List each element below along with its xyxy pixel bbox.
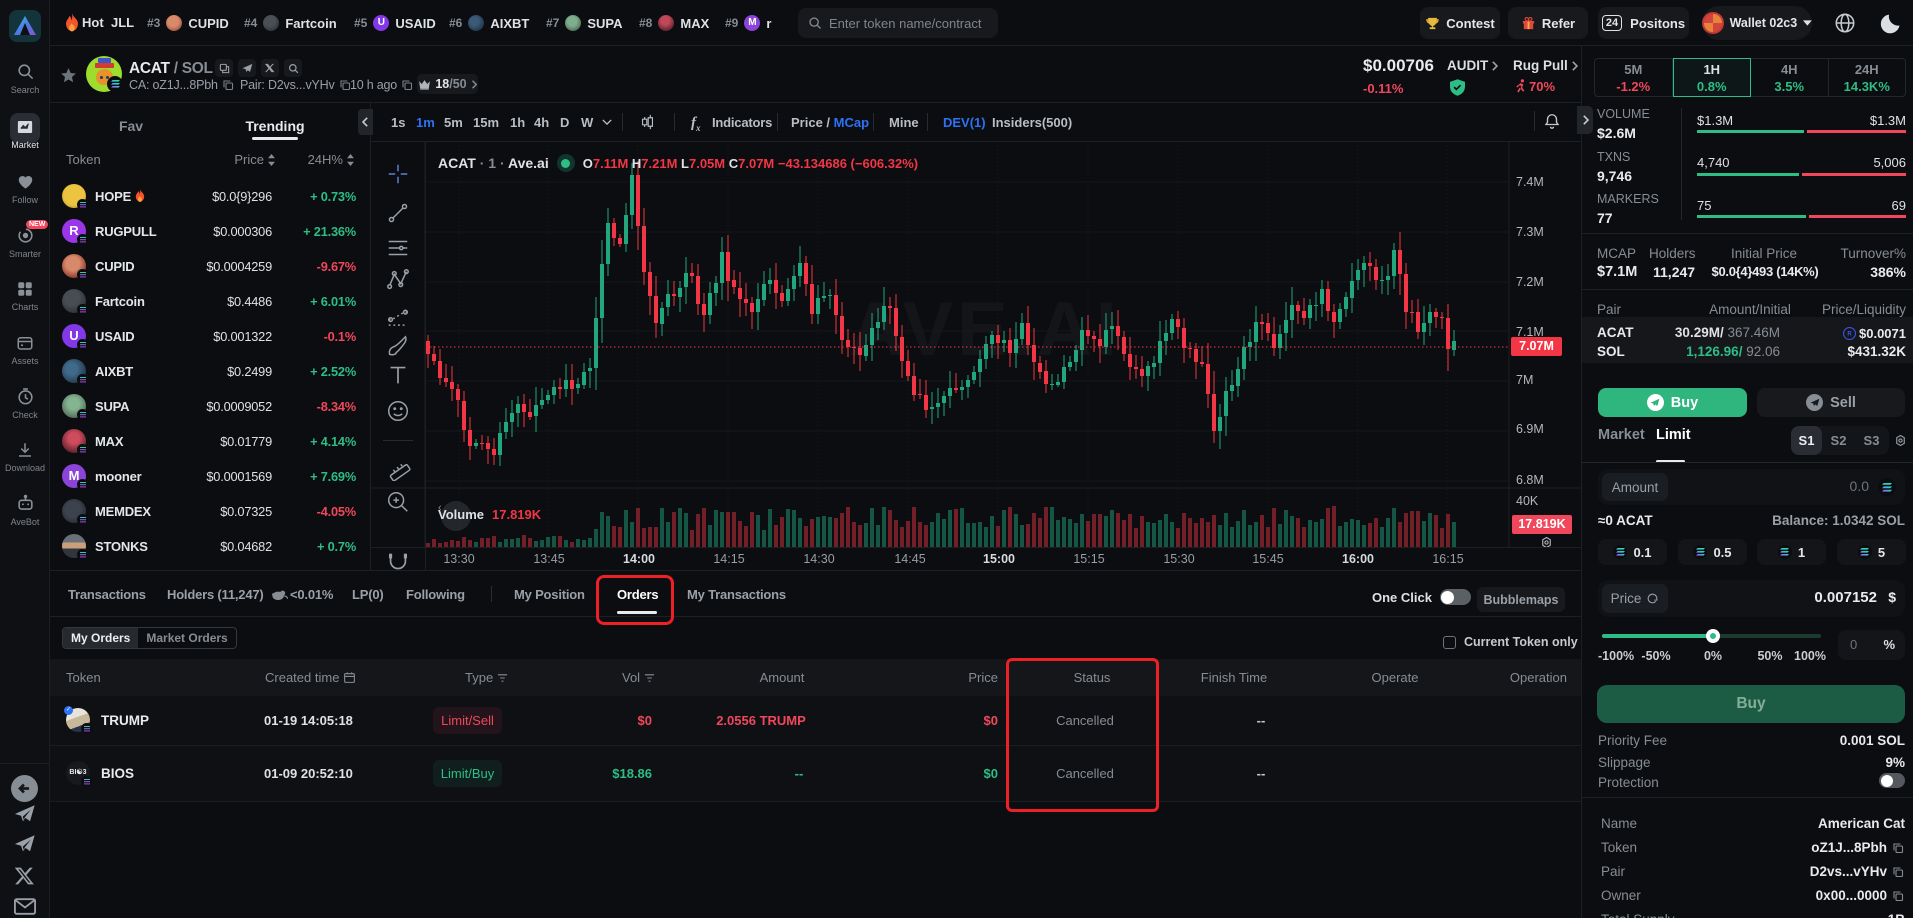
svg-text:R: R [1847,332,1852,338]
